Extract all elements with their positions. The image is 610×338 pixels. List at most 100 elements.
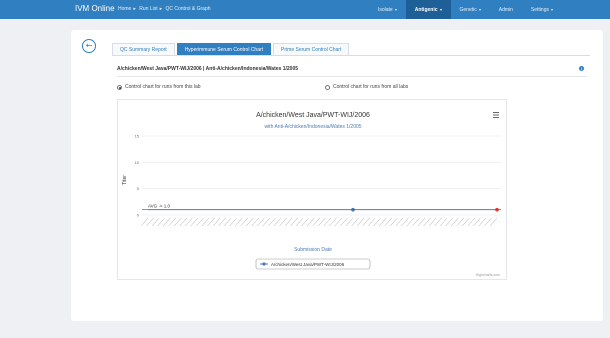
x-tick-label <box>201 217 210 227</box>
y-tick-label: 5 <box>137 186 140 191</box>
x-tick-label <box>373 217 381 227</box>
x-tick-label <box>168 217 176 227</box>
x-tick-label <box>190 217 199 227</box>
tab-hyperimmune-serum[interactable]: Hyperimmune Serum Control Chart <box>176 43 272 55</box>
caret-down-icon <box>478 8 481 11</box>
caret-down-icon <box>439 8 442 11</box>
x-tick-label <box>345 217 354 227</box>
hamburger-menu-icon[interactable] <box>493 112 499 118</box>
x-tick-label <box>179 217 187 227</box>
x-tick-label <box>234 217 243 227</box>
x-tick-label <box>246 217 254 227</box>
x-tick-label <box>268 217 276 227</box>
x-tick-label <box>174 217 182 227</box>
breadcrumb-run-list[interactable]: Run List <box>139 6 157 12</box>
chart-subtitle: with Anti-A/chicken/Indonesia/Wates 1/20… <box>264 124 361 130</box>
average-line: AVG -> 1.0 <box>142 204 501 211</box>
nav-menu: Isolate Antigenic Genetic Admin Settings <box>369 0 562 19</box>
caret-down-icon <box>551 8 553 11</box>
x-tick-label <box>439 217 448 227</box>
x-tick-label <box>146 217 154 227</box>
y-tick-label: 0 <box>137 213 140 218</box>
info-icon[interactable]: i <box>579 66 584 71</box>
x-tick-label <box>434 217 442 227</box>
x-tick-label <box>395 217 404 227</box>
x-tick-label <box>240 217 248 227</box>
x-tick-label <box>185 217 193 227</box>
radio-checked-icon <box>117 84 122 90</box>
x-tick-label <box>473 217 481 227</box>
x-tick-label <box>445 217 453 227</box>
x-tick-label <box>212 217 221 227</box>
x-tick-label <box>229 217 237 227</box>
x-tick-label <box>329 217 337 227</box>
nav-isolate[interactable]: Isolate <box>369 0 406 19</box>
x-axis-label: Submission Date <box>294 247 332 253</box>
y-tick-label: 15 <box>135 134 140 139</box>
x-tick-label <box>290 217 298 227</box>
x-tick-label <box>257 217 265 227</box>
back-button[interactable]: ← <box>82 39 96 53</box>
control-chart: A/chicken/West Java/PWT-WIJ/2006 with An… <box>117 99 507 280</box>
arrow-left-icon: ← <box>85 41 93 50</box>
breadcrumb: Home ▸ Run List ▸ QC Control & Graph <box>118 6 211 12</box>
breadcrumb-home[interactable]: Home <box>118 6 131 12</box>
x-tick-label <box>273 217 282 227</box>
x-tick-label <box>384 217 392 227</box>
nav-settings[interactable]: Settings <box>522 0 562 19</box>
x-tick-label <box>423 217 431 227</box>
x-tick-label <box>367 217 376 227</box>
x-tick-label <box>295 217 304 227</box>
radio-all-labs[interactable]: Control chart for runs from all labs <box>325 84 408 90</box>
radio-this-lab[interactable]: Control chart for runs from this lab <box>117 84 201 90</box>
nav-antigenic[interactable]: Antigenic <box>405 0 451 19</box>
x-tick-label <box>379 217 387 227</box>
legend-label: A/chicken/West Java/PWT-WIJ/2006 <box>271 262 345 267</box>
chart-credit[interactable]: Highcharts.com <box>476 273 500 277</box>
tab-prime-serum[interactable]: Prime Serum Control Chart <box>273 43 350 55</box>
panel-title: A/chicken/West Java/PWT-WIJ/2006 | Anti-… <box>117 66 299 72</box>
x-tick-label <box>451 217 459 227</box>
legend-marker <box>262 262 266 266</box>
x-tick-label <box>318 217 326 227</box>
y-tick-label: 10 <box>135 160 140 165</box>
x-tick-label <box>307 217 315 227</box>
x-tick-label <box>279 217 287 227</box>
app-brand[interactable]: IVM Online <box>75 4 115 13</box>
y-tick-labels: 0 5 10 15 <box>135 134 140 218</box>
x-tick-label <box>262 217 271 227</box>
x-tick-label <box>196 217 204 227</box>
x-tick-label <box>323 217 331 227</box>
x-tick-label <box>334 217 343 227</box>
x-tick-label <box>484 217 492 227</box>
x-tick-label <box>390 217 398 227</box>
x-tick-label <box>151 217 160 227</box>
x-tick-label <box>478 217 487 227</box>
x-tick-label <box>207 217 215 227</box>
tab-divider <box>112 55 590 56</box>
x-tick-label <box>362 217 370 227</box>
x-tick-label <box>162 217 171 227</box>
x-tick-label <box>251 217 259 227</box>
chart-tabs: QC Summary Report Hyperimmune Serum Cont… <box>112 43 351 55</box>
x-tick-label <box>406 217 415 227</box>
avg-label: AVG -> 1.0 <box>148 204 171 209</box>
nav-admin[interactable]: Admin <box>490 0 522 19</box>
x-tick-label <box>157 217 165 227</box>
legend[interactable]: A/chicken/West Java/PWT-WIJ/2006 <box>255 258 371 270</box>
x-tick-label <box>428 217 437 227</box>
x-tick-label <box>340 217 348 227</box>
x-tick-label <box>356 217 365 227</box>
x-tick-label <box>401 217 409 227</box>
radio-this-lab-label: Control chart for runs from this lab <box>125 84 201 90</box>
nav-genetic[interactable]: Genetic <box>451 0 490 19</box>
x-tick-labels <box>140 217 498 227</box>
x-tick-label <box>456 217 464 227</box>
grid-lines <box>142 135 501 216</box>
x-tick-label <box>417 217 426 227</box>
tab-qc-summary[interactable]: QC Summary Report <box>112 43 175 55</box>
x-tick-label <box>412 217 420 227</box>
x-tick-label <box>462 217 470 227</box>
x-tick-label <box>312 217 320 227</box>
x-tick-label <box>218 217 226 227</box>
